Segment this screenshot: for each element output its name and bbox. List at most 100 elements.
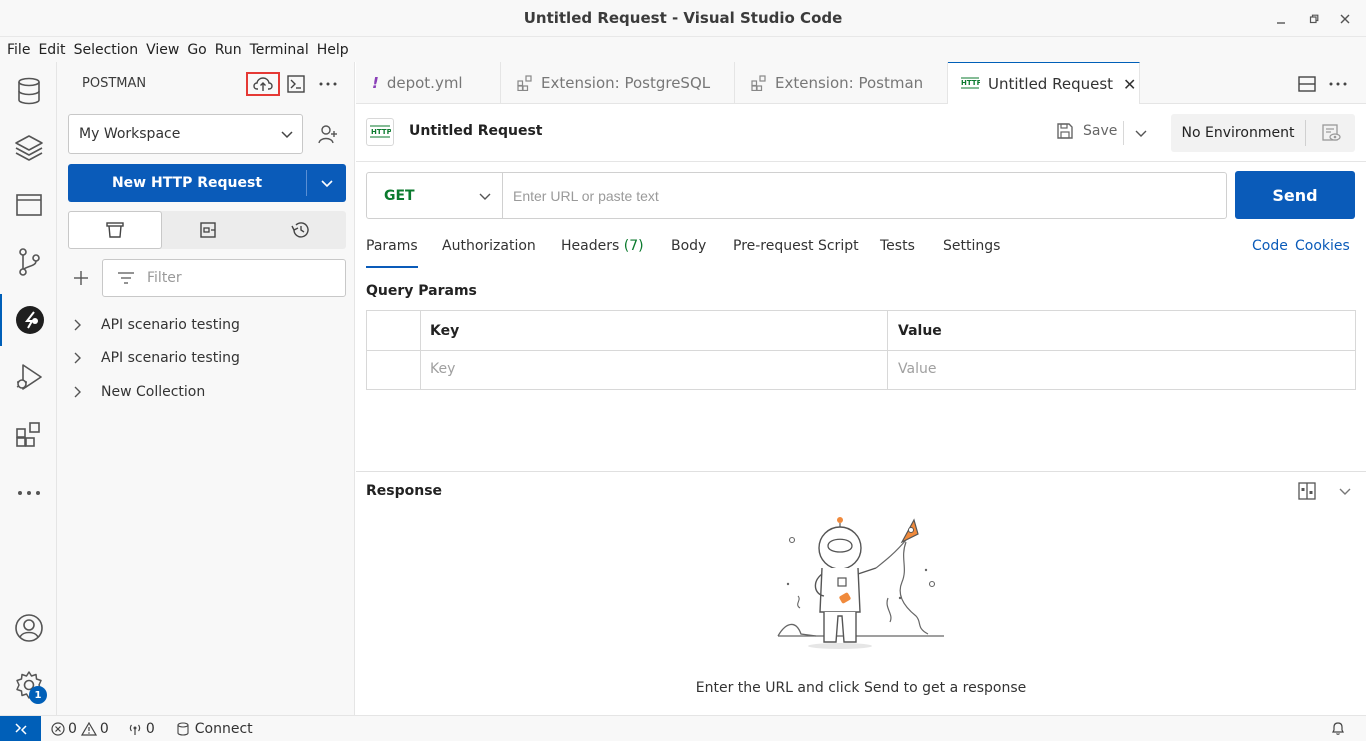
menu-run[interactable]: Run xyxy=(212,42,245,58)
activity-bar: 1 xyxy=(0,62,57,715)
url-input[interactable] xyxy=(503,175,1226,216)
method-select[interactable]: GET xyxy=(367,172,503,219)
settings-icon[interactable] xyxy=(0,659,57,711)
database-icon xyxy=(177,721,189,736)
more-icon[interactable] xyxy=(0,467,57,519)
layout-toggle-icon[interactable] xyxy=(1296,480,1318,502)
tab-label: Extension: PostgreSQL xyxy=(541,74,711,92)
tab-extension-postgresql[interactable]: Extension: PostgreSQL xyxy=(501,62,735,104)
menu-help[interactable]: Help xyxy=(314,42,352,58)
layers-icon[interactable] xyxy=(0,122,57,174)
headers-count: (7) xyxy=(623,238,644,254)
tab-depot-yml[interactable]: ! depot.yml xyxy=(356,62,501,104)
tab-body[interactable]: Body xyxy=(671,238,706,268)
add-user-icon[interactable] xyxy=(315,120,341,148)
restore-icon[interactable] xyxy=(1299,0,1329,37)
remote-indicator-icon[interactable] xyxy=(0,715,41,741)
environment-quick-look-icon[interactable] xyxy=(1306,123,1355,143)
environment-selector[interactable]: No Environment xyxy=(1171,114,1355,152)
terminal-icon[interactable] xyxy=(279,72,313,96)
warning-count: 0 xyxy=(99,720,109,737)
problems-indicator[interactable]: 0 0 xyxy=(51,721,109,737)
save-label: Save xyxy=(1083,123,1118,139)
tab-untitled-request[interactable]: HTTP Untitled Request ✕ xyxy=(948,62,1140,105)
save-button[interactable]: Save xyxy=(1056,122,1117,140)
request-name: Untitled Request xyxy=(409,123,543,139)
tab-collections[interactable] xyxy=(68,211,162,249)
menu-view[interactable]: View xyxy=(143,42,182,58)
exclamation-icon: ! xyxy=(372,74,379,92)
close-window-icon[interactable] xyxy=(1330,0,1360,37)
chevron-right-icon xyxy=(73,319,101,331)
window-icon[interactable] xyxy=(0,179,57,231)
tab-label: depot.yml xyxy=(386,74,463,92)
new-request-dropdown-icon[interactable] xyxy=(307,176,346,190)
chevron-down-icon xyxy=(280,127,294,145)
environment-label: No Environment xyxy=(1181,125,1295,141)
send-button[interactable]: Send xyxy=(1235,171,1355,219)
collection-item[interactable]: New Collection xyxy=(73,380,205,404)
key-input[interactable]: Key xyxy=(430,361,455,377)
database-icon[interactable] xyxy=(0,65,57,117)
status-bar: 0 0 0 Connect xyxy=(0,715,1366,741)
menu-file[interactable]: File xyxy=(4,42,33,58)
add-collection-icon[interactable] xyxy=(71,268,91,288)
broadcast-icon xyxy=(129,724,141,735)
collapse-response-icon[interactable] xyxy=(1334,480,1356,502)
close-tab-icon[interactable]: ✕ xyxy=(1123,75,1136,94)
value-input[interactable]: Value xyxy=(898,361,936,377)
extensions-icon[interactable] xyxy=(0,409,57,461)
query-params-title: Query Params xyxy=(366,283,477,299)
cookies-link[interactable]: Cookies xyxy=(1295,238,1350,254)
code-link[interactable]: Code xyxy=(1252,238,1288,254)
key-column-header: Key xyxy=(430,323,460,339)
menu-selection[interactable]: Selection xyxy=(71,42,142,58)
tab-history[interactable] xyxy=(254,211,346,249)
tab-authorization[interactable]: Authorization xyxy=(442,238,536,268)
tab-label: Untitled Request xyxy=(988,75,1114,93)
tab-environments[interactable] xyxy=(162,211,254,249)
tab-tests[interactable]: Tests xyxy=(880,238,915,268)
request-header: HTTP Untitled Request Save No Environmen… xyxy=(356,104,1366,162)
cloud-upload-icon[interactable] xyxy=(246,72,280,96)
menu-terminal[interactable]: Terminal xyxy=(247,42,312,58)
tab-pre-request-script[interactable]: Pre-request Script xyxy=(733,238,859,268)
tab-headers[interactable]: Headers (7) xyxy=(561,238,644,268)
collection-item[interactable]: API scenario testing xyxy=(73,313,240,337)
http-icon: HTTP xyxy=(960,76,980,92)
more-actions-icon[interactable] xyxy=(311,72,345,96)
response-title: Response xyxy=(366,483,443,499)
menu-go[interactable]: Go xyxy=(184,42,209,58)
filter-input[interactable]: Filter xyxy=(102,259,346,297)
source-control-icon[interactable] xyxy=(0,236,57,288)
notifications-bell-icon[interactable] xyxy=(1330,720,1346,740)
collection-label: New Collection xyxy=(101,384,206,400)
http-icon: HTTP xyxy=(366,118,394,146)
new-http-request-button[interactable]: New HTTP Request xyxy=(68,164,346,202)
request-editor: HTTP Untitled Request Save No Environmen… xyxy=(356,104,1366,715)
save-dropdown-icon[interactable] xyxy=(1134,126,1148,144)
menu-edit[interactable]: Edit xyxy=(35,42,68,58)
tab-params[interactable]: Params xyxy=(366,238,418,268)
editor-tab-bar: ! depot.yml Extension: PostgreSQL Extens… xyxy=(356,62,1366,105)
menu-bar: File Edit Selection View Go Run Terminal… xyxy=(0,37,1366,62)
split-editor-icon[interactable] xyxy=(1294,72,1320,96)
tab-extension-postman[interactable]: Extension: Postman xyxy=(735,62,948,104)
postman-icon[interactable] xyxy=(0,294,57,346)
editor-more-icon[interactable] xyxy=(1325,72,1351,96)
query-params-table: Key Value Key Value xyxy=(366,310,1356,390)
response-empty-message: Enter the URL and click Send to get a re… xyxy=(695,680,1027,696)
headers-label: Headers xyxy=(561,238,620,254)
sidebar-title: POSTMAN xyxy=(82,76,147,91)
run-debug-icon[interactable] xyxy=(0,351,57,403)
tab-settings[interactable]: Settings xyxy=(943,238,1000,268)
workspace-select[interactable]: My Workspace xyxy=(68,114,303,154)
astronaut-illustration xyxy=(777,517,944,649)
collection-item[interactable]: API scenario testing xyxy=(73,346,240,370)
account-icon[interactable] xyxy=(0,602,57,654)
minimize-icon[interactable] xyxy=(1266,0,1296,37)
workspace-label: My Workspace xyxy=(79,126,181,142)
ports-indicator[interactable]: 0 xyxy=(127,721,155,737)
chevron-down-icon xyxy=(478,189,492,207)
connect-button[interactable]: Connect xyxy=(177,721,253,737)
